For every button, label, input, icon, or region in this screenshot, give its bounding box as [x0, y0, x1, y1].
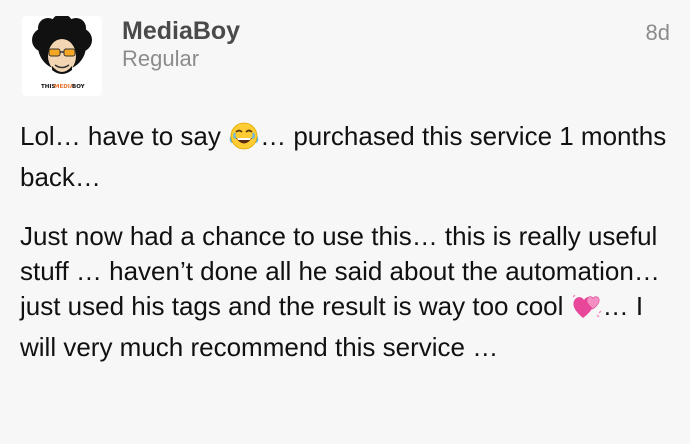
face-with-tears-of-joy-icon	[228, 121, 260, 160]
post-paragraph-2: Just now had a chance to use this… this …	[20, 219, 675, 365]
forum-post: THIS MEDIA BOY MediaBoy Regular 8d Lol… …	[0, 0, 690, 444]
paragraph-1-text-start: Lol… have to say	[20, 121, 229, 151]
post-body: Lol… have to say … purchased this servic…	[20, 119, 675, 389]
avatar[interactable]: THIS MEDIA BOY	[22, 14, 102, 96]
two-hearts-icon	[571, 291, 603, 330]
avatar-illustration: THIS MEDIA BOY	[32, 14, 92, 90]
username[interactable]: MediaBoy	[122, 16, 240, 46]
avatar-label-boy: BOY	[72, 84, 86, 90]
post-paragraph-1: Lol… have to say … purchased this servic…	[20, 119, 675, 195]
paragraph-2-text-start: Just now had a chance to use this… this …	[20, 221, 660, 321]
user-title: Regular	[122, 46, 200, 71]
post-date[interactable]: 8d	[646, 20, 670, 46]
